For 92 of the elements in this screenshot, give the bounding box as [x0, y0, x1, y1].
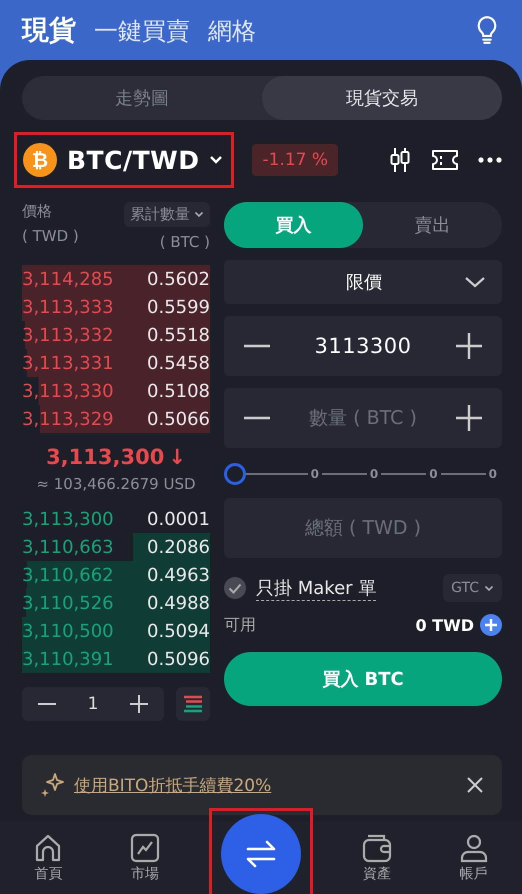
- nav-item[interactable]: 首頁: [15, 830, 82, 886]
- person-icon: [458, 833, 489, 863]
- plus-icon[interactable]: [130, 695, 148, 713]
- side-tab[interactable]: 賣出: [363, 202, 502, 248]
- chevron-icon: [194, 211, 204, 218]
- header-tab[interactable]: 現貨: [22, 12, 76, 48]
- chevron-icon: [484, 584, 494, 592]
- available-label: 可用: [224, 614, 256, 636]
- nav-item[interactable]: 帳戶: [440, 830, 507, 886]
- plus-icon[interactable]: [456, 333, 482, 359]
- nav-item[interactable]: 市場: [112, 830, 178, 886]
- precision-value: 1: [88, 694, 98, 714]
- candlestick-icon[interactable]: [388, 146, 412, 174]
- price-column-label: 價格: [22, 202, 53, 221]
- bid-row[interactable]: 3,110,526 0.4988: [22, 589, 210, 617]
- bid-amount: 0.2086: [147, 536, 210, 558]
- ask-amount: 0.5599: [147, 296, 210, 318]
- chevron-icon: [464, 276, 486, 288]
- promo-link[interactable]: 使用BITO折抵手續費20%: [74, 774, 272, 796]
- bid-amount: 0.4988: [147, 592, 210, 614]
- minus-icon[interactable]: [38, 702, 56, 706]
- bid-price: 3,110,391: [22, 648, 114, 670]
- amount-field[interactable]: 數量 ( BTC ): [224, 388, 502, 448]
- ask-amount: 0.5066: [147, 408, 210, 430]
- header-tab[interactable]: 網格: [208, 15, 256, 47]
- ask-price: 3,114,285: [22, 268, 114, 290]
- total-input[interactable]: 總額 ( TWD ): [224, 498, 502, 558]
- price-unit: ( TWD ): [22, 227, 79, 245]
- plus-icon[interactable]: [456, 405, 482, 431]
- bid-row[interactable]: 3,110,391 0.5096: [22, 645, 210, 673]
- order-book-layout-icon: [183, 695, 203, 713]
- amount-selector[interactable]: 累計數量: [124, 202, 210, 227]
- bid-amount: 0.0001: [147, 508, 210, 530]
- bid-amount: 0.4963: [147, 564, 210, 586]
- chart-icon: [130, 833, 160, 863]
- wallet-icon: [362, 833, 392, 863]
- bid-amount: 0.5094: [147, 620, 210, 642]
- ask-amount: 0.5108: [147, 380, 210, 402]
- ask-amount: 0.5518: [147, 324, 210, 346]
- ask-row[interactable]: 3,113,329 0.5066: [22, 405, 210, 433]
- bid-price: 3,110,663: [22, 536, 114, 558]
- pair-symbol: BTC/TWD: [67, 146, 200, 174]
- price-input[interactable]: 3113300: [314, 334, 412, 358]
- ask-row[interactable]: 3,114,285 0.5602: [22, 265, 210, 293]
- price-direction-arrow: ↓: [168, 445, 186, 469]
- ask-row[interactable]: 3,113,332 0.5518: [22, 321, 210, 349]
- amount-input[interactable]: 數量 ( BTC ): [270, 406, 456, 430]
- ask-amount: 0.5602: [147, 268, 210, 290]
- slider-thumb[interactable]: [224, 463, 246, 485]
- trade-button[interactable]: [208, 808, 313, 894]
- bid-row[interactable]: 3,110,500 0.5094: [22, 617, 210, 645]
- bid-price: 3,110,662: [22, 564, 114, 586]
- ask-row[interactable]: 3,113,333 0.5599: [22, 293, 210, 321]
- coin-logo: ₿: [23, 143, 57, 177]
- ask-price: 3,113,330: [22, 380, 114, 402]
- ask-row[interactable]: 3,113,330 0.5108: [22, 377, 210, 405]
- bid-row[interactable]: 3,110,663 0.2086: [22, 533, 210, 561]
- bid-amount: 0.5096: [147, 648, 210, 670]
- bid-price: 3,110,500: [22, 620, 114, 642]
- pair-selector[interactable]: ₿ BTC/TWD: [14, 132, 234, 188]
- price-change-badge: -1.17 %: [252, 144, 338, 176]
- ask-amount: 0.5458: [147, 352, 210, 374]
- amount-unit: ( BTC ): [160, 233, 210, 251]
- last-price: 3,113,300: [46, 445, 164, 469]
- ask-price: 3,113,329: [22, 408, 114, 430]
- sparkle-icon: [40, 772, 66, 798]
- bid-row[interactable]: 3,110,662 0.4963: [22, 561, 210, 589]
- total-input-text[interactable]: 總額 ( TWD ): [224, 516, 502, 540]
- ticket-icon[interactable]: [430, 148, 460, 172]
- checkmark-icon[interactable]: [224, 577, 246, 599]
- nav-item[interactable]: 資產: [344, 830, 410, 886]
- available-balance: 0 TWD: [415, 616, 474, 634]
- order-type-dropdown[interactable]: 限價: [224, 260, 502, 304]
- amount-slider[interactable]: 0 0 0 0: [224, 462, 502, 486]
- book-layout-button[interactable]: [176, 687, 210, 721]
- usd-value: ≈ 103,466.2679 USD: [35, 475, 197, 493]
- bid-price: 3,113,300: [22, 508, 114, 530]
- add-icon[interactable]: [480, 614, 502, 636]
- ask-price: 3,113,331: [22, 352, 114, 374]
- minus-icon[interactable]: [244, 344, 270, 348]
- ask-row[interactable]: 3,113,331 0.5458: [22, 349, 210, 377]
- ask-price: 3,113,332: [22, 324, 114, 346]
- maker-only-label[interactable]: 只掛 Maker 單: [256, 576, 376, 600]
- minus-icon[interactable]: [244, 416, 270, 420]
- bid-price: 3,110,526: [22, 592, 114, 614]
- time-in-force-dropdown[interactable]: GTC: [443, 574, 502, 602]
- ask-price: 3,113,333: [22, 296, 114, 318]
- close-icon[interactable]: [466, 776, 484, 794]
- header-tab[interactable]: 一鍵買賣: [94, 15, 190, 47]
- more-icon[interactable]: [478, 156, 502, 164]
- view-tab[interactable]: 現貨交易: [262, 76, 502, 120]
- chevron-icon: [209, 155, 224, 165]
